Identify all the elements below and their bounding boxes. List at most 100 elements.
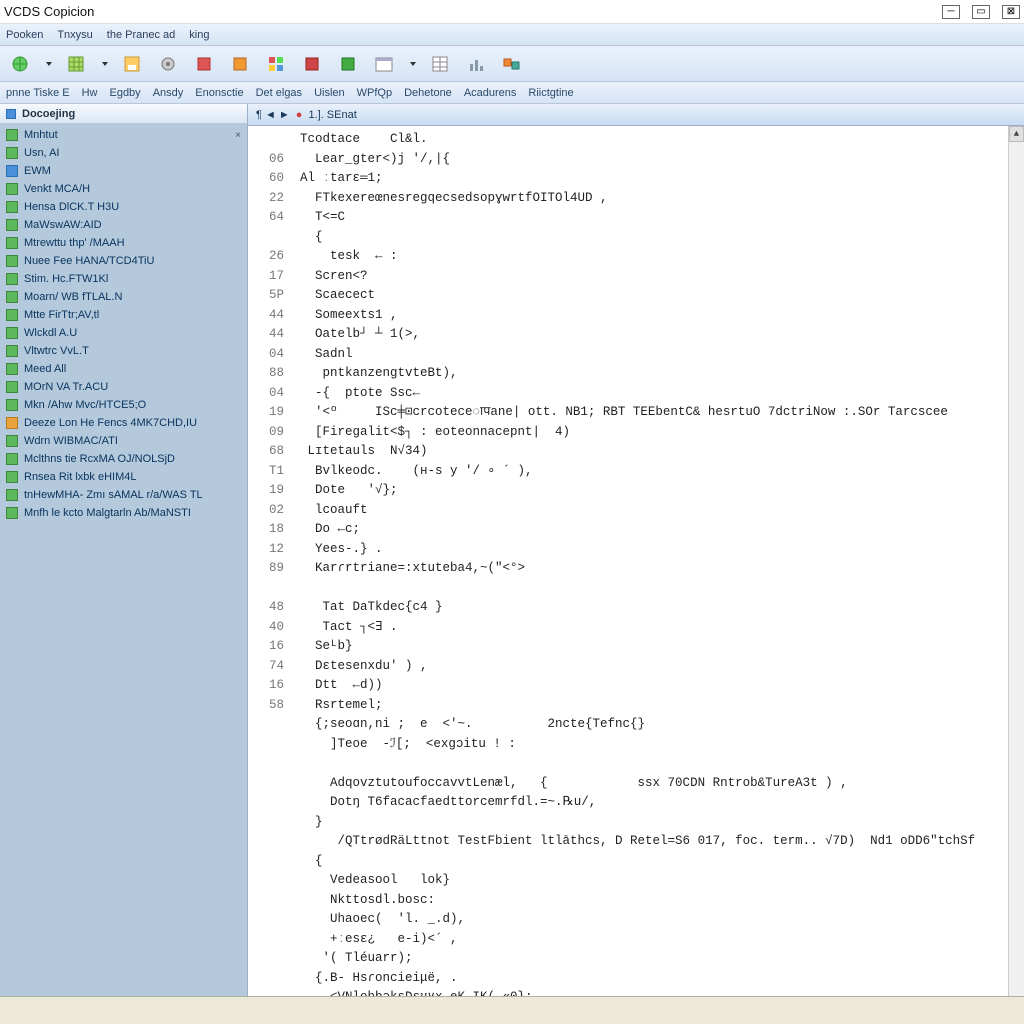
tree-item-label: Meed All — [24, 363, 66, 375]
menu-item[interactable]: Pooken — [6, 29, 43, 41]
sidebar-header[interactable]: Docoejing — [0, 104, 247, 124]
tree-item[interactable]: Vltwtrc VvL.T — [0, 342, 247, 360]
tool-globe-icon[interactable] — [8, 52, 32, 76]
tool-cube-orange-icon[interactable] — [228, 52, 252, 76]
minimize-button[interactable]: ─ — [942, 5, 960, 19]
file-icon — [6, 273, 18, 285]
title-bar: VCDS Copicion ─ ▭ ⊠ — [0, 0, 1024, 24]
tree-item[interactable]: Deeze Lon He Fencs 4MK7CHD,IU — [0, 414, 247, 432]
file-icon — [6, 237, 18, 249]
tree-item[interactable]: Mnhtut × — [0, 126, 247, 144]
tree-item[interactable]: EWM — [0, 162, 247, 180]
view-tab[interactable]: WPfQp — [357, 87, 392, 99]
tree-item[interactable]: Mnfh le kcto Malgtarln Ab/MaNSTI — [0, 504, 247, 522]
editor-tab[interactable]: ¶ ◄ ► ● 1.]. SEnat — [256, 109, 357, 121]
chevron-down-icon[interactable] — [102, 62, 108, 66]
tree-item-label: Wlckdl A.U — [24, 327, 77, 339]
file-icon — [6, 327, 18, 339]
tool-table-icon[interactable] — [428, 52, 452, 76]
tree-item[interactable]: Mtte FirTtr;AV,tl — [0, 306, 247, 324]
view-tab[interactable]: Det elgas — [256, 87, 302, 99]
menu-bar: Pooken Tnxysu the Pranec ad king — [0, 24, 1024, 46]
code-editor[interactable]: 06 60 22 64 26 17 5P 44 44 04 88 04 19 0… — [248, 126, 1024, 996]
window-controls: ─ ▭ ⊠ — [942, 5, 1020, 19]
file-icon — [6, 147, 18, 159]
menu-item[interactable]: king — [189, 29, 209, 41]
tool-gear-icon[interactable] — [156, 52, 180, 76]
tree-item-label: Nuee Fee HANA/TCD4TiU — [24, 255, 154, 267]
tool-calendar-icon[interactable] — [372, 52, 396, 76]
file-icon — [6, 165, 18, 177]
menu-item[interactable]: the Pranec ad — [107, 29, 176, 41]
tree-item-label: Vltwtrc VvL.T — [24, 345, 89, 357]
tree-item[interactable]: Wdrn WIBMAC/ATI — [0, 432, 247, 450]
file-icon — [6, 489, 18, 501]
view-tab[interactable]: Enonsctie — [195, 87, 243, 99]
tool-puzzle-icon[interactable] — [500, 52, 524, 76]
tool-cube-green-icon[interactable] — [336, 52, 360, 76]
file-icon — [6, 399, 18, 411]
file-icon — [6, 291, 18, 303]
tree-item[interactable]: Mkn /Ahw Mvc/HTCE5;O — [0, 396, 247, 414]
tree-item-label: EWM — [24, 165, 51, 177]
tool-cube-red2-icon[interactable] — [300, 52, 324, 76]
view-tab-bar: pnne Tiske E Hw Egdby Ansdy Enonsctie Det elg… — [0, 82, 1024, 104]
view-tab[interactable]: Uislen — [314, 87, 345, 99]
sidebar-title: Docoejing — [22, 108, 75, 120]
tree-item-label: Stim. Hc.FTW1Kl — [24, 273, 108, 285]
tree-item-label: Mnhtut — [24, 129, 58, 141]
view-tab[interactable]: Ansdy — [153, 87, 184, 99]
tree-item-label: tnHewMHA- Zmı sAMAL r/a/WAS TL — [24, 489, 203, 501]
view-tab[interactable]: Acadurens — [464, 87, 517, 99]
tool-grid-color-icon[interactable] — [264, 52, 288, 76]
file-icon — [6, 435, 18, 447]
view-tab[interactable]: Riictgtine — [528, 87, 573, 99]
tool-disk-icon[interactable] — [120, 52, 144, 76]
tree-item[interactable]: Meed All — [0, 360, 247, 378]
file-icon — [6, 129, 18, 141]
chevron-down-icon[interactable] — [46, 62, 52, 66]
menu-item[interactable]: Tnxysu — [57, 29, 92, 41]
chevron-down-icon[interactable] — [410, 62, 416, 66]
tree-item[interactable]: Mclthns tie RcxMA OJ/NOLSjD — [0, 450, 247, 468]
scroll-up-icon[interactable]: ▲ — [1009, 126, 1024, 142]
view-tab[interactable]: pnne Tiske E — [6, 87, 70, 99]
view-tab[interactable]: Egdby — [109, 87, 140, 99]
tree-item-label: Moarn/ WB fTLAL.N — [24, 291, 122, 303]
tree-item[interactable]: Moarn/ WB fTLAL.N — [0, 288, 247, 306]
file-icon — [6, 507, 18, 519]
toolbar — [0, 46, 1024, 82]
view-tab[interactable]: Dehetone — [404, 87, 452, 99]
project-tree[interactable]: Mnhtut × Usn, AI EWM Venkt MCA/H Hensa DlCK.T… — [0, 124, 247, 996]
file-icon — [6, 453, 18, 465]
tree-item[interactable]: tnHewMHA- Zmı sAMAL r/a/WAS TL — [0, 486, 247, 504]
tool-bars-icon[interactable] — [464, 52, 488, 76]
code-content[interactable]: Tcodtace Cl&l. Lear_gter<)j '/,|{ Al ːta… — [292, 126, 1024, 996]
tree-item-label: Venkt MCA/H — [24, 183, 90, 195]
tree-item[interactable]: Stim. Hc.FTW1Kl — [0, 270, 247, 288]
tree-item-label: Mkn /Ahw Mvc/HTCE5;O — [24, 399, 146, 411]
tree-item-label: MaWswAW:AID — [24, 219, 102, 231]
tool-grid-green-icon[interactable] — [64, 52, 88, 76]
tree-item[interactable]: Usn, AI — [0, 144, 247, 162]
tree-item[interactable]: Mtrewttu thp' /MAAH — [0, 234, 247, 252]
file-icon — [6, 471, 18, 483]
tree-item[interactable]: Hensa DlCK.T H3U — [0, 198, 247, 216]
tree-item[interactable]: Venkt MCA/H — [0, 180, 247, 198]
tree-item[interactable]: MaWswAW:AID — [0, 216, 247, 234]
tree-item[interactable]: Nuee Fee HANA/TCD4TiU — [0, 252, 247, 270]
window-title: VCDS Copicion — [4, 4, 94, 19]
tree-item[interactable]: MOrN VA Tr.ACU — [0, 378, 247, 396]
tree-item-label: Hensa DlCK.T H3U — [24, 201, 119, 213]
tree-item[interactable]: Wlckdl A.U — [0, 324, 247, 342]
tree-item-label: Mtte FirTtr;AV,tl — [24, 309, 99, 321]
view-tab[interactable]: Hw — [82, 87, 98, 99]
tool-cube-red-icon[interactable] — [192, 52, 216, 76]
maximize-button[interactable]: ▭ — [972, 5, 990, 19]
close-button[interactable]: ⊠ — [1002, 5, 1020, 19]
tree-item[interactable]: Rnsea Rit lxbk eHIM4L — [0, 468, 247, 486]
vertical-scrollbar[interactable]: ▲ — [1008, 126, 1024, 996]
tree-item-label: Mclthns tie RcxMA OJ/NOLSjD — [24, 453, 175, 465]
file-icon — [6, 363, 18, 375]
close-icon[interactable]: × — [235, 130, 241, 141]
